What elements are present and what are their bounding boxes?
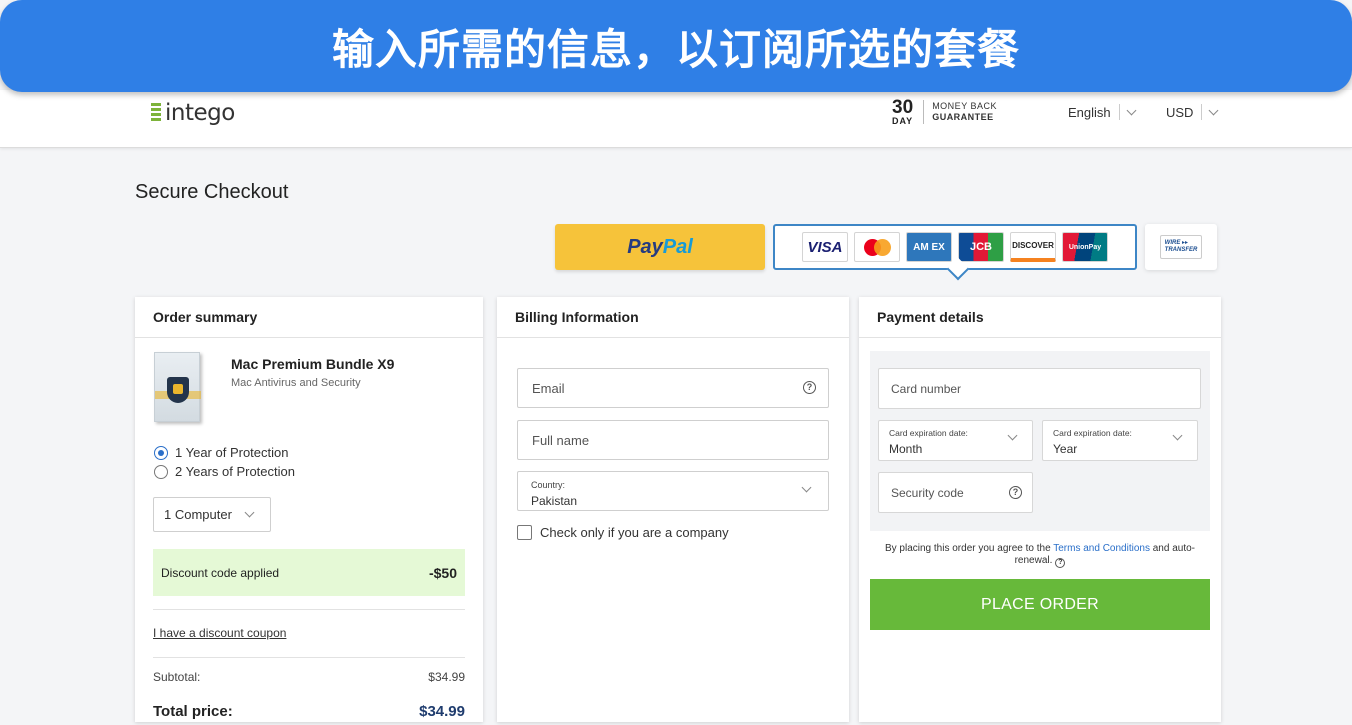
option-label: 1 Year of Protection xyxy=(175,445,289,460)
expiry-month-value: Month xyxy=(889,442,923,456)
total-value: $34.99 xyxy=(419,703,465,720)
email-field[interactable]: ? xyxy=(517,368,829,408)
intego-logo[interactable]: intego xyxy=(151,100,235,126)
mastercard-icon xyxy=(854,232,900,262)
subtotal-value: $34.99 xyxy=(428,670,465,684)
security-code-field[interactable]: ? xyxy=(878,472,1033,513)
guarantee-line2: GUARANTEE xyxy=(932,112,994,122)
country-select[interactable]: Country: Pakistan xyxy=(517,471,829,511)
site-header: intego 30 DAY MONEY BACK GUARANTEE Engli… xyxy=(0,90,1352,148)
banner-text: 输入所需的信息，以订阅所选的套餐 xyxy=(331,24,1020,74)
logo-mark-icon xyxy=(151,103,161,123)
guarantee-number: 30 xyxy=(892,97,914,118)
product-subtitle: Mac Antivirus and Security xyxy=(231,377,361,389)
shield-icon xyxy=(167,377,189,403)
logo-text: intego xyxy=(165,100,235,126)
currency-selector[interactable]: USD xyxy=(1166,104,1219,120)
billing-panel: Billing Information ? Country: Pakistan … xyxy=(497,297,849,722)
company-checkbox-label: Check only if you are a company xyxy=(540,525,729,540)
expiry-month-select[interactable]: Card expiration date: Month xyxy=(878,420,1033,461)
company-checkbox-row[interactable]: Check only if you are a company xyxy=(517,525,729,540)
radio-unselected[interactable] xyxy=(154,464,168,479)
wire-transfer-button[interactable]: WIRE ▸▸ TRANSFER xyxy=(1145,224,1217,270)
help-icon[interactable]: ? xyxy=(1009,486,1022,499)
discount-applied-box: Discount code applied -$50 xyxy=(153,549,465,596)
card-form: Card expiration date: Month Card expirat… xyxy=(870,351,1210,531)
computer-count-select[interactable]: 1 Computer xyxy=(153,497,271,532)
guarantee-divider xyxy=(923,100,925,124)
place-order-button[interactable]: PLACE ORDER xyxy=(870,579,1210,630)
card-number-input[interactable] xyxy=(879,369,1200,408)
divider xyxy=(153,609,465,610)
country-label: Country: xyxy=(531,480,566,490)
expiry-year-value: Year xyxy=(1053,442,1078,456)
chevron-down-icon xyxy=(801,482,812,493)
currency-value: USD xyxy=(1166,104,1194,120)
amex-icon: AM EX xyxy=(906,232,952,262)
subtotal-label: Subtotal: xyxy=(153,670,201,684)
chevron-down-icon xyxy=(1007,430,1018,441)
product-name: Mac Premium Bundle X9 xyxy=(231,356,395,372)
order-summary-panel: Order summary Mac Premium Bundle X9 Mac … xyxy=(135,297,483,722)
unionpay-icon: UnionPay xyxy=(1062,232,1108,262)
chevron-down-icon xyxy=(1172,430,1183,441)
company-checkbox[interactable] xyxy=(517,525,532,540)
terms-link[interactable]: Terms and Conditions xyxy=(1053,543,1150,554)
paypal-logo-part2: Pal xyxy=(662,235,693,258)
money-back-guarantee: 30 DAY MONEY BACK GUARANTEE xyxy=(892,98,997,126)
chevron-down-icon xyxy=(1209,105,1219,115)
fullname-input[interactable] xyxy=(518,421,828,459)
guarantee-line1: MONEY BACK xyxy=(932,101,998,111)
order-summary-heading: Order summary xyxy=(135,297,483,338)
option-2-years[interactable]: 2 Years of Protection xyxy=(154,464,295,479)
page-title: Secure Checkout xyxy=(135,181,289,203)
jcb-icon: JCB xyxy=(958,232,1004,262)
country-value: Pakistan xyxy=(531,494,578,508)
expiry-year-label: Card expiration date: xyxy=(1053,428,1132,438)
discount-label: Discount code applied xyxy=(161,565,280,580)
discount-coupon-link[interactable]: I have a discount coupon xyxy=(153,626,286,640)
paypal-logo-part1: Pay xyxy=(627,235,663,258)
wire-transfer-icon: WIRE ▸▸ TRANSFER xyxy=(1159,235,1203,259)
language-selector[interactable]: English xyxy=(1068,104,1137,120)
terms-text: By placing this order you agree to the T… xyxy=(884,543,1196,568)
help-icon[interactable]: ? xyxy=(803,381,816,394)
card-number-field[interactable] xyxy=(878,368,1201,409)
option-label: 2 Years of Protection xyxy=(175,464,295,479)
instruction-banner: 输入所需的信息，以订阅所选的套餐 xyxy=(0,0,1352,92)
visa-icon: VISA xyxy=(802,232,848,262)
language-value: English xyxy=(1068,104,1111,120)
email-input[interactable] xyxy=(518,369,828,407)
billing-heading: Billing Information xyxy=(497,297,849,338)
computer-count-value: 1 Computer xyxy=(164,507,232,522)
credit-card-button[interactable]: VISA AM EX JCB DISCOVER UnionPay xyxy=(773,224,1137,270)
product-box-image xyxy=(154,352,201,422)
discount-value: -$50 xyxy=(428,564,457,581)
paypal-button[interactable]: Pay Pal xyxy=(555,224,765,270)
chevron-down-icon xyxy=(1126,105,1137,115)
expiry-month-label: Card expiration date: xyxy=(889,428,968,438)
help-icon[interactable]: ? xyxy=(1055,558,1066,568)
fullname-field[interactable] xyxy=(517,420,829,460)
discover-icon: DISCOVER xyxy=(1010,232,1056,262)
chevron-down-icon xyxy=(244,507,255,518)
total-label: Total price: xyxy=(153,703,233,720)
payment-heading: Payment details xyxy=(859,297,1221,338)
expiry-year-select[interactable]: Card expiration date: Year xyxy=(1042,420,1198,461)
payment-details-panel: Payment details Card expiration date: Mo… xyxy=(859,297,1221,722)
guarantee-unit: DAY xyxy=(892,116,914,126)
option-1-year[interactable]: 1 Year of Protection xyxy=(154,445,288,460)
divider xyxy=(153,657,465,658)
radio-selected[interactable] xyxy=(154,445,168,460)
